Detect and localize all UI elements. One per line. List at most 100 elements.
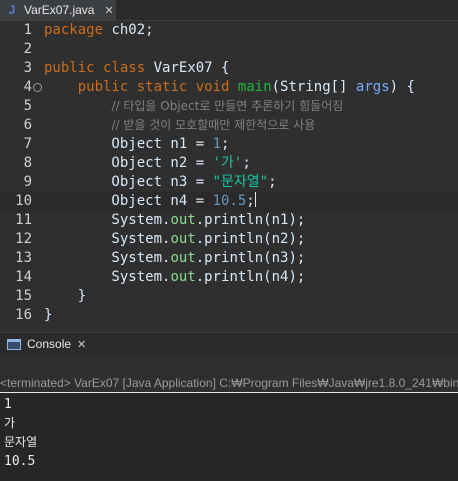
line-number: 10	[15, 193, 32, 209]
code-text: }	[44, 287, 86, 306]
code-token: .println(n4);	[195, 269, 306, 285]
console-icon	[7, 338, 21, 350]
code-token: args	[355, 79, 390, 95]
console-output-line: 10.5	[4, 454, 36, 469]
code-text: System.out.println(n4);	[44, 268, 305, 287]
code-token: out	[170, 269, 196, 285]
editor-tab-label: VarEx07.java	[24, 3, 95, 17]
code-token: main	[237, 79, 272, 95]
close-icon[interactable]: ✕	[77, 338, 86, 351]
code-text: // 받을 것이 모호할때만 제한적으로 사용	[44, 116, 315, 135]
code-token: '가'	[212, 155, 243, 171]
code-token: // 받을 것이 모호할때만 제한적으로 사용	[111, 118, 316, 132]
line-number: 9	[23, 174, 32, 190]
editor-tab-varex07[interactable]: J VarEx07.java ✕	[0, 0, 116, 20]
code-line[interactable]: 14 System.out.println(n4);	[0, 268, 458, 287]
code-text: System.out.println(n2);	[44, 230, 305, 249]
code-text: public static void main(String[] args) {	[44, 78, 415, 97]
code-line[interactable]: 3 public class VarEx07 {	[0, 59, 458, 78]
line-number: 3	[23, 60, 32, 76]
code-token: VarEx07 {	[145, 60, 230, 76]
editor-tab-bar: J VarEx07.java ✕	[0, 0, 458, 21]
code-line[interactable]: 16}	[0, 306, 458, 325]
code-line[interactable]: 1 package ch02;	[0, 21, 458, 40]
line-number: 2	[23, 41, 32, 57]
code-text: Object n2 = '가';	[44, 154, 250, 173]
console-output-line: 문자열	[4, 435, 38, 449]
console-tab-bar: Console ✕	[0, 332, 458, 355]
code-text: System.out.println(n3);	[44, 249, 305, 268]
code-token: ;	[246, 193, 255, 209]
console-output-line: 1	[4, 397, 12, 412]
tab-console[interactable]: Console ✕	[0, 333, 90, 355]
code-line[interactable]: 10 Object n4 = 10.5;	[0, 192, 458, 211]
code-line[interactable]: 7 Object n1 = 1;	[0, 135, 458, 154]
line-number: 7	[23, 136, 32, 152]
code-token: "문자열"	[212, 174, 269, 190]
code-line[interactable]: 15 }	[0, 287, 458, 306]
code-line[interactable]: 2	[0, 40, 458, 59]
code-token: }	[44, 307, 53, 323]
code-token: .println(n3);	[195, 250, 306, 266]
line-number: 11	[15, 212, 32, 228]
code-text: // 타입을 Object로 만들면 추론하기 힘들어짐	[44, 97, 343, 116]
line-number: 15	[15, 288, 32, 304]
line-number: 12	[15, 231, 32, 247]
code-token: out	[170, 250, 196, 266]
code-text: Object n1 = 1;	[44, 135, 229, 154]
code-editor[interactable]: 1 package ch02; 2 3 public class VarEx07 {4 …	[0, 21, 458, 327]
code-token: Object n4 =	[44, 193, 213, 209]
fold-toggle-icon[interactable]	[33, 83, 42, 92]
console-status: <terminated> VarEx07 [Java Application] …	[0, 375, 458, 393]
code-text: public class VarEx07 {	[44, 59, 229, 78]
code-token: public	[77, 79, 129, 95]
console-tab-label: Console	[27, 337, 72, 351]
text-cursor	[254, 192, 256, 207]
code-token: System.	[44, 212, 171, 228]
code-line[interactable]: 12 System.out.println(n2);	[0, 230, 458, 249]
code-token: public	[44, 60, 95, 76]
code-token: out	[170, 231, 196, 247]
code-token: Object n2 =	[44, 155, 213, 171]
code-text: Object n3 = "문자열";	[44, 173, 276, 192]
console-output-line: 가	[4, 416, 16, 430]
line-number: 13	[15, 250, 32, 266]
code-line[interactable]: 11 System.out.println(n1);	[0, 211, 458, 230]
code-token: System.	[44, 250, 171, 266]
line-number: 8	[23, 155, 32, 171]
code-line[interactable]: 5 // 타입을 Object로 만들면 추론하기 힘들어짐	[0, 97, 458, 116]
line-number: 14	[15, 269, 32, 285]
code-token: ch02;	[103, 22, 154, 38]
code-text: Object n4 = 10.5;	[44, 192, 256, 211]
console-output[interactable]: 1 가문자열 10.5	[0, 393, 458, 481]
close-icon[interactable]: ✕	[104, 4, 113, 17]
code-line[interactable]: 8 Object n2 = '가';	[0, 154, 458, 173]
code-line[interactable]: 9 Object n3 = "문자열";	[0, 173, 458, 192]
console-toolbar	[0, 355, 458, 373]
code-line[interactable]: 13 System.out.println(n3);	[0, 249, 458, 268]
code-text: package ch02;	[44, 21, 154, 40]
code-token: class	[103, 60, 146, 76]
line-number: 1	[23, 22, 32, 38]
code-token: System.	[44, 269, 171, 285]
code-token: 10.5	[212, 193, 247, 209]
code-token: ) {	[389, 79, 415, 95]
code-token: // 타입을 Object로 만들면 추론하기 힘들어짐	[111, 99, 344, 113]
code-token: }	[44, 288, 87, 304]
code-token: static	[136, 79, 188, 95]
code-line[interactable]: 6 // 받을 것이 모호할때만 제한적으로 사용	[0, 116, 458, 135]
code-text: System.out.println(n1);	[44, 211, 305, 230]
line-number: 6	[23, 117, 32, 133]
code-token: System.	[44, 231, 171, 247]
code-token: ;	[221, 136, 230, 152]
line-number: 16	[15, 307, 32, 323]
code-token: .println(n2);	[195, 231, 306, 247]
code-token: .println(n1);	[195, 212, 306, 228]
code-line[interactable]: 4 public static void main(String[] args)…	[0, 78, 458, 97]
code-token: package	[44, 22, 104, 38]
